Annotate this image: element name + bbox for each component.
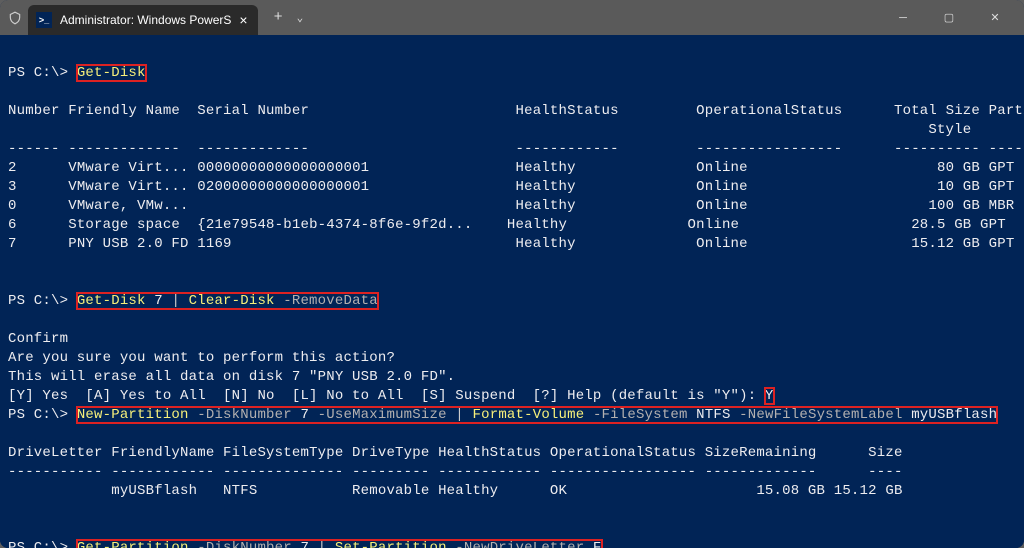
confirm-l3: [Y] Yes [A] Yes to All [N] No [L] No to … — [8, 388, 765, 404]
close-tab-icon[interactable]: × — [239, 12, 247, 28]
t2-headers: DriveLetter FriendlyName FileSystemType … — [8, 445, 903, 461]
confirm-title: Confirm — [8, 331, 68, 347]
tabbar-controls: + ⌄ — [262, 9, 316, 26]
th-part: Partition — [989, 103, 1024, 119]
maximize-button[interactable]: ▢ — [926, 0, 972, 35]
th-style: Style — [928, 122, 971, 138]
cmd-getdisk7: Get-Disk — [77, 293, 146, 309]
active-tab[interactable]: >_ Administrator: Windows PowerS × — [28, 5, 258, 35]
sep-number: ------ — [8, 141, 60, 157]
t2-row: myUSBflash NTFS Removable Healthy OK 15.… — [8, 483, 903, 499]
cmd-getdisk: Get-Disk — [77, 65, 146, 81]
th-serial: Serial Number — [197, 103, 309, 119]
prompt: PS C:\> — [8, 293, 77, 309]
window-controls: ─ ▢ ✕ — [880, 0, 1018, 35]
terminal-body[interactable]: PS C:\> Get-Disk Number Friendly Name Se… — [0, 35, 1024, 548]
t2-sep: ----------- ------------ -------------- … — [8, 464, 903, 480]
minimize-button[interactable]: ─ — [880, 0, 926, 35]
r1-num: 2 — [8, 160, 17, 176]
new-tab-button[interactable]: + — [274, 9, 283, 26]
titlebar: >_ Administrator: Windows PowerS × + ⌄ ─… — [0, 0, 1024, 35]
close-window-button[interactable]: ✕ — [972, 0, 1018, 35]
confirm-l1: Are you sure you want to perform this ac… — [8, 350, 395, 366]
confirm-answer: Y — [765, 388, 774, 404]
th-health: HealthStatus — [516, 103, 619, 119]
th-number: Number — [8, 103, 60, 119]
terminal-window: >_ Administrator: Windows PowerS × + ⌄ ─… — [0, 0, 1024, 548]
th-total: Total Size — [894, 103, 980, 119]
th-friendly: Friendly Name — [68, 103, 180, 119]
confirm-l2: This will erase all data on disk 7 "PNY … — [8, 369, 455, 385]
powershell-icon: >_ — [36, 12, 52, 28]
prompt: PS C:\> — [8, 407, 77, 423]
prompt: PS C:\> — [8, 65, 77, 81]
admin-shield-icon — [6, 9, 24, 27]
tab-title: Administrator: Windows PowerS — [60, 13, 231, 27]
tab-dropdown-icon[interactable]: ⌄ — [297, 11, 304, 25]
prompt: PS C:\> — [8, 540, 77, 548]
th-oper: OperationalStatus — [696, 103, 842, 119]
